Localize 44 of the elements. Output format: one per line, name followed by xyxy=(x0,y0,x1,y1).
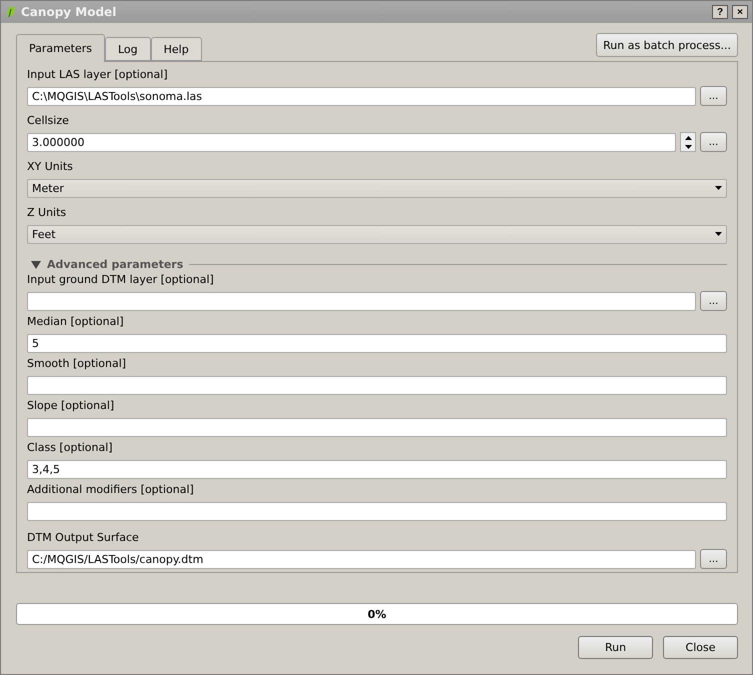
browse-button[interactable]: ... xyxy=(700,86,727,106)
number-field[interactable]: 3.000000 xyxy=(27,132,676,152)
text-field[interactable]: C:/MQGIS/LASTools/canopy.dtm xyxy=(27,550,696,568)
field-label: Cellsize xyxy=(27,114,70,128)
field-label: Class [optional] xyxy=(27,441,114,455)
field-label: Smooth [optional] xyxy=(27,357,128,371)
field-label: XY Units xyxy=(27,160,74,174)
dropdown[interactable]: Feet xyxy=(27,224,727,244)
dialog-button[interactable]: Run xyxy=(578,636,653,659)
batch-button[interactable]: Run as batch process... xyxy=(596,33,738,57)
field-label: DTM Output Surface xyxy=(27,531,140,545)
down-arrow-icon[interactable] xyxy=(715,186,722,190)
up-arrow-icon[interactable] xyxy=(684,136,692,140)
browse-button[interactable]: ... xyxy=(700,291,727,311)
field-label: Z Units xyxy=(27,206,68,220)
help-button[interactable]: ? xyxy=(712,5,728,19)
text-field[interactable]: C:\MQGIS\LASTools\sonoma.las xyxy=(27,86,696,106)
field-label: Slope [optional] xyxy=(27,399,116,413)
text-field[interactable] xyxy=(27,376,727,394)
tab[interactable]: Log xyxy=(104,37,151,61)
text-field[interactable]: 3,4,5 xyxy=(27,460,727,478)
close-button[interactable]: × xyxy=(732,5,748,19)
progress-text: 0% xyxy=(368,608,386,620)
spin-box-arrows[interactable] xyxy=(680,132,696,152)
field-label: Input LAS layer [optional] xyxy=(27,68,169,82)
leaf-icon xyxy=(5,5,17,19)
down-arrow-icon[interactable] xyxy=(684,144,692,148)
browse-button[interactable]: ... xyxy=(700,549,727,569)
expand-triangle-icon[interactable] xyxy=(31,260,41,268)
field-label: Additional modifiers [optional] xyxy=(27,483,195,497)
tab[interactable]: Help xyxy=(150,37,202,61)
text-field[interactable]: 5 xyxy=(27,334,727,352)
browse-button[interactable]: ... xyxy=(700,132,727,152)
tab[interactable]: Parameters xyxy=(16,34,105,62)
window-title: Canopy Model xyxy=(21,5,118,19)
dropdown[interactable]: Meter xyxy=(27,178,727,198)
dialog-button[interactable]: Close xyxy=(663,636,738,659)
section-title: Advanced parameters xyxy=(47,258,184,271)
down-arrow-icon[interactable] xyxy=(715,232,722,236)
field-label: Input ground DTM layer [optional] xyxy=(27,273,215,287)
field-label: Median [optional] xyxy=(27,315,125,329)
text-field[interactable] xyxy=(27,292,696,310)
text-field[interactable] xyxy=(27,418,727,436)
text-field[interactable] xyxy=(27,502,727,520)
